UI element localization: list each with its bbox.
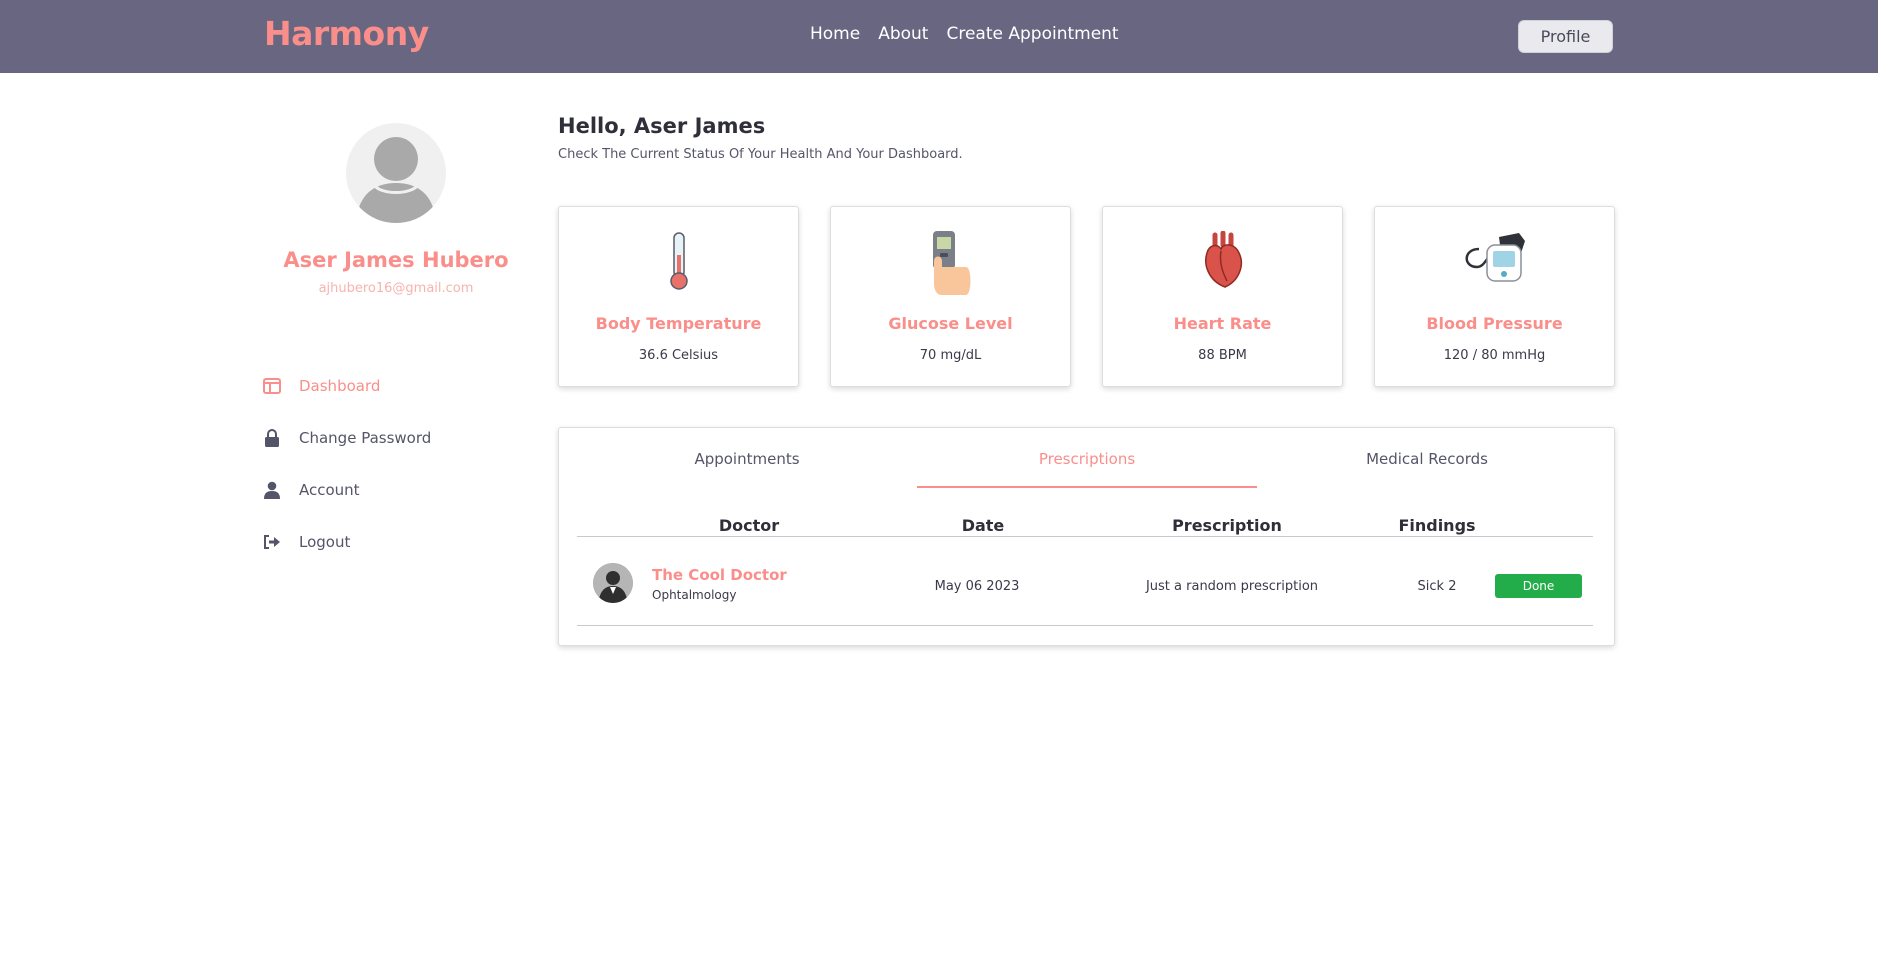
stat-card-glucose-level: Glucose Level 70 mg/dL (830, 206, 1071, 387)
stat-card-title: Glucose Level (888, 314, 1013, 333)
tab-medical-records[interactable]: Medical Records (1257, 428, 1597, 488)
greeting-title: Hello, Aser James (558, 114, 766, 138)
stat-card-title: Blood Pressure (1426, 314, 1563, 333)
nav-create-appointment-link[interactable]: Create Appointment (946, 24, 1118, 44)
status-done-button[interactable]: Done (1495, 574, 1582, 598)
heart-icon (1103, 231, 1342, 291)
column-header-prescription: Prescription (1172, 516, 1282, 535)
column-header-doctor: Doctor (718, 516, 780, 535)
lock-icon (262, 428, 282, 448)
stat-card-title: Body Temperature (595, 314, 762, 333)
doctor-avatar (593, 563, 633, 603)
cell-findings: Sick 2 (1417, 579, 1457, 594)
stat-card-value: 36.6 Celsius (638, 348, 719, 363)
greeting-subtitle: Check The Current Status Of Your Health … (558, 147, 963, 162)
records-panel: Appointments Prescriptions Medical Recor… (558, 427, 1615, 646)
sidebar-item-change-password[interactable]: Change Password (262, 412, 431, 464)
doctor-name[interactable]: The Cool Doctor (652, 566, 787, 584)
thermometer-icon (559, 231, 798, 291)
stat-card-title: Heart Rate (1173, 314, 1272, 333)
column-header-findings: Findings (1398, 516, 1476, 535)
user-avatar (346, 123, 446, 223)
cell-prescription: Just a random prescription (1145, 579, 1319, 594)
column-header-date: Date (961, 516, 1005, 535)
cell-date: May 06 2023 (934, 579, 1020, 594)
dashboard-icon (262, 376, 282, 396)
sidebar-item-label: Change Password (299, 429, 432, 447)
avatar-placeholder-icon (356, 137, 436, 223)
brand-logo[interactable]: Harmony (264, 14, 429, 53)
nav-home-link[interactable]: Home (810, 24, 860, 44)
health-stat-cards: Body Temperature 36.6 Celsius Glucose Le… (558, 206, 1646, 387)
stat-card-blood-pressure: Blood Pressure 120 / 80 mmHg (1374, 206, 1615, 387)
nav-links: Home About Create Appointment (810, 24, 1137, 44)
doctor-specialty: Ophtalmology (652, 588, 737, 602)
records-tabs: Appointments Prescriptions Medical Recor… (577, 428, 1597, 488)
tab-appointments[interactable]: Appointments (577, 428, 917, 488)
glucometer-icon (831, 231, 1070, 295)
stat-card-value: 120 / 80 mmHg (1443, 348, 1546, 363)
sidebar-item-logout[interactable]: Logout (262, 516, 431, 568)
sidebar-menu: Dashboard Change Password Account Logout (262, 360, 431, 568)
sidebar-item-label: Dashboard (299, 377, 381, 395)
sidebar-item-account[interactable]: Account (262, 464, 431, 516)
table-header: Doctor Date Prescription Findings (577, 516, 1593, 537)
nav-about-link[interactable]: About (878, 24, 928, 44)
sidebar-item-label: Account (299, 481, 360, 499)
logout-icon (262, 532, 282, 552)
user-icon (262, 480, 282, 500)
profile-button[interactable]: Profile (1518, 20, 1613, 53)
blood-pressure-monitor-icon (1375, 231, 1614, 291)
user-name: Aser James Hubero (283, 248, 509, 272)
table-row: The Cool Doctor Ophtalmology May 06 2023… (577, 549, 1593, 626)
user-email: ajhubero16@gmail.com (318, 281, 474, 296)
stat-card-value: 88 BPM (1198, 348, 1247, 363)
top-navbar: Harmony Home About Create Appointment Pr… (0, 0, 1878, 73)
stat-card-value: 70 mg/dL (919, 348, 982, 363)
tab-prescriptions[interactable]: Prescriptions (917, 428, 1257, 488)
stat-card-body-temperature: Body Temperature 36.6 Celsius (558, 206, 799, 387)
sidebar-item-dashboard[interactable]: Dashboard (262, 360, 431, 412)
stat-card-heart-rate: Heart Rate 88 BPM (1102, 206, 1343, 387)
sidebar-item-label: Logout (299, 533, 351, 551)
